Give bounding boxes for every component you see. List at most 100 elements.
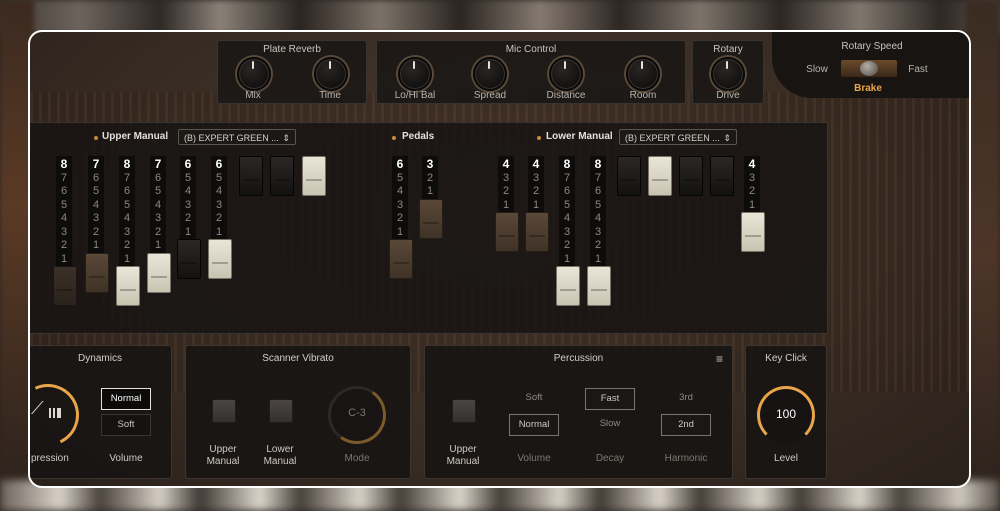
drive-knob[interactable] [711,57,745,91]
lower-manual-drawbar-8[interactable] [710,156,734,196]
menu-icon[interactable]: ≡ [716,352,723,366]
dynamics-volume-normal[interactable]: Normal [101,388,151,410]
drawbar-number: 1 [92,239,100,251]
percussion-volume-soft[interactable]: Soft [509,388,559,410]
drawbar-number: 4 [184,185,192,197]
drawbar-handle[interactable] [525,212,549,252]
drawbar-handle[interactable] [495,212,519,252]
rotary-speed-switch[interactable] [840,59,898,78]
upper-manual-drawbar-5[interactable]: 654321 [177,156,201,279]
drawbar-number: 1 [532,198,540,211]
drawbar-handle[interactable] [239,156,263,196]
drawbar-number: 1 [594,252,602,265]
drawbar-number: 4 [92,198,100,211]
drawbar-handle[interactable] [710,156,734,196]
percussion-harmonic-3rd[interactable]: 3rd [661,388,711,410]
drawbar-number: 4 [502,157,510,171]
lower-manual-drawbar-5[interactable] [617,156,641,196]
vibrato-lower-manual-toggle[interactable] [269,399,293,423]
vibrato-lower-line1: Lower [266,444,294,455]
drawbar-handle[interactable] [419,198,443,239]
drawbar-handle[interactable] [389,239,413,279]
vibrato-mode-knob[interactable]: C-3 [323,381,391,449]
drawbar-handle[interactable] [208,239,232,279]
drawbar-number: 8 [594,157,602,171]
drawbar-number: 1 [60,252,68,265]
mix-knob[interactable] [237,57,271,91]
organ-plugin-window: Plate Reverb Mix Time Mic Control Lo/Hi … [28,30,971,488]
drawbar-number: 6 [60,185,68,197]
lower-manual-drawbar-7[interactable] [679,156,703,196]
percussion-volume-normal[interactable]: Normal [509,414,559,436]
scanner-vibrato-title: Scanner Vibrato [262,353,334,364]
percussion-harmonic-2nd[interactable]: 2nd [661,414,711,436]
drawbar-number: 7 [123,171,131,184]
volume-bars-icon [47,408,61,418]
drawbar-handle[interactable] [270,156,294,196]
drawbar-handle[interactable] [617,156,641,196]
percussion-decay-slow[interactable]: Slow [585,414,635,436]
lo-hi-bal-knob[interactable] [398,57,432,91]
upper-manual-drawbar-9[interactable] [302,156,326,196]
expression-pedal-icon: ⟋ [31,398,44,418]
drawbar-number: 5 [563,198,571,211]
percussion-upper-manual-toggle[interactable] [452,399,476,423]
drawbar-number: 5 [396,171,404,184]
drawbar-handle[interactable] [556,266,580,306]
drawbar-handle[interactable] [116,266,140,306]
dynamics-title: Dynamics [78,353,122,364]
drawbar-number: 1 [502,198,510,211]
upper-manual-drawbar-8[interactable] [270,156,294,196]
chevron-up-down-icon: ⇕ [723,133,731,143]
percussion-decay-fast[interactable]: Fast [585,388,635,410]
lower-manual-drawbar-4[interactable]: 87654321 [587,156,611,306]
room-knob[interactable] [626,57,660,91]
upper-manual-drawbar-4[interactable]: 7654321 [147,156,171,293]
drawbar-number: 5 [123,198,131,211]
drawbar-handle[interactable] [177,239,201,279]
rotary-speed-switch-knob[interactable] [860,61,878,76]
upper-manual-drawbar-7[interactable] [239,156,263,196]
brake-button[interactable]: Brake [842,83,894,94]
lower-manual-drawbar-6[interactable] [648,156,672,196]
drawbar-number: 4 [154,198,162,211]
vibrato-upper-manual-toggle[interactable] [212,399,236,423]
pedals-drawbar-2[interactable]: 321 [419,156,443,239]
drawbar-numbers: 87654321 [119,157,135,266]
drawbar-handle[interactable] [147,252,171,293]
drawbar-handle[interactable] [679,156,703,196]
upper-manual-drawbar-6[interactable]: 654321 [208,156,232,279]
drawbar-handle[interactable] [587,266,611,306]
upper-manual-drawbar-2[interactable]: 7654321 [85,156,109,293]
spread-knob[interactable] [473,57,507,91]
drawbar-number: 2 [748,185,756,197]
pedals-drawbar-1[interactable]: 654321 [389,156,413,279]
lower-manual-drawbar-2[interactable]: 4321 [525,156,549,252]
time-knob[interactable] [314,57,348,91]
drawbar-numbers: 7654321 [150,157,166,253]
drive-label: Drive [716,90,740,101]
lower-manual-drawbar-9[interactable]: 4321 [741,156,765,252]
drawbar-handle[interactable] [741,212,765,252]
upper-manual-drawbar-3[interactable]: 87654321 [116,156,140,306]
distance-knob[interactable] [549,57,583,91]
drawbar-number: 1 [184,225,192,238]
drawbar-handle[interactable] [53,266,77,306]
drawbar-number: 3 [563,225,571,238]
drawbar-number: 2 [123,239,131,251]
drawbar-number: 2 [563,239,571,251]
drawbar-handle[interactable] [85,252,109,293]
lower-manual-drawbar-1[interactable]: 4321 [495,156,519,252]
upper-manual-drawbar-1[interactable]: 87654321 [53,156,77,306]
drawbar-number: 1 [563,252,571,265]
drawbar-number: 3 [215,198,223,211]
lower-manual-preset-select[interactable]: (B) EXPERT GREEN ... ⇕ [619,129,737,145]
rotary-speed-title: Rotary Speed [841,41,903,52]
drawbar-handle[interactable] [302,156,326,196]
lower-manual-drawbar-3[interactable]: 87654321 [556,156,580,306]
dynamics-volume-soft[interactable]: Soft [101,414,151,436]
drawbar-handle[interactable] [648,156,672,196]
drawbar-number: 7 [60,171,68,184]
upper-manual-preset-select[interactable]: (B) EXPERT GREEN ... ⇕ [178,129,296,145]
key-click-level-knob[interactable]: 100 [757,386,815,444]
